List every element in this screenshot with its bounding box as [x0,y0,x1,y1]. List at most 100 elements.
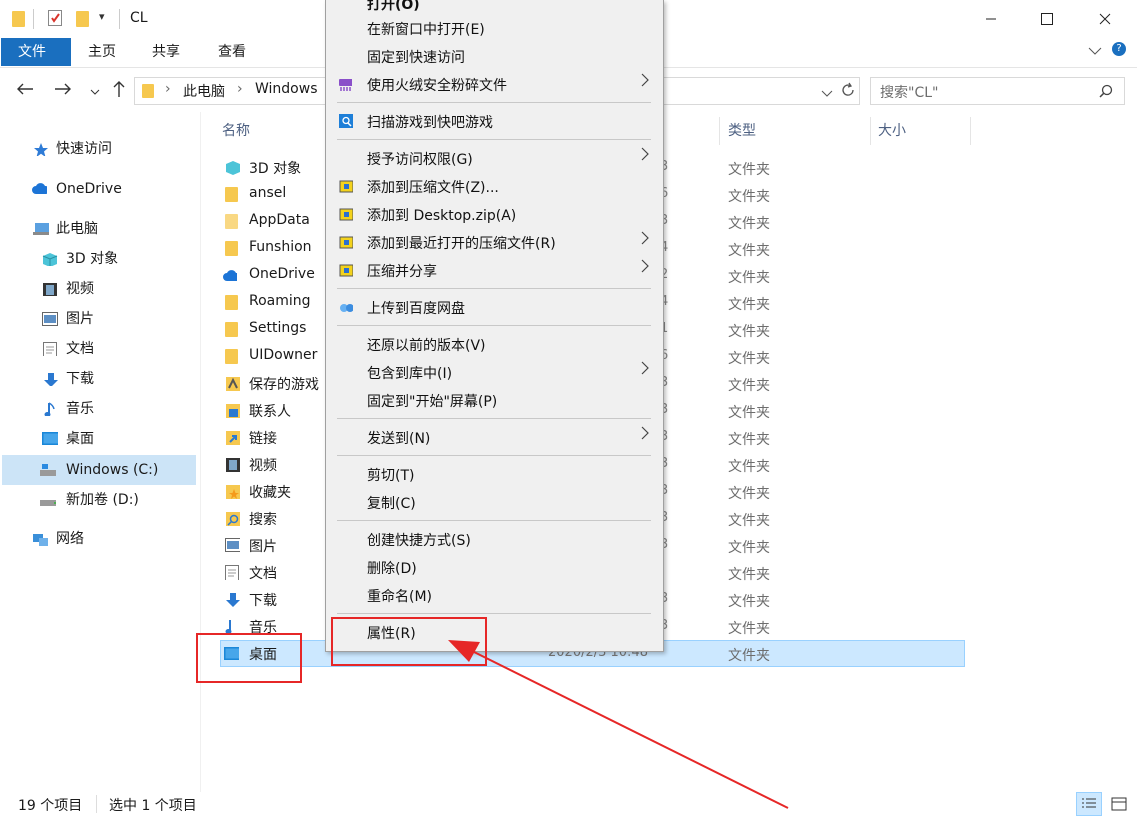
folder-icon [225,322,238,337]
menu-item-label: 打开(O) [367,0,420,13]
details-view-button[interactable] [1076,792,1102,816]
file-name: ansel [249,185,287,201]
favorites-icon [226,485,240,499]
breadcrumb-windows[interactable]: Windows [255,81,318,97]
file-type: 文件夹 [728,351,770,367]
music-icon [225,620,232,634]
sidebar-item-3d-objects[interactable]: 3D 对象 [0,244,196,274]
forward-button[interactable] [52,80,74,102]
file-name: Roaming [249,293,311,309]
submenu-arrow-icon [640,258,650,278]
status-selected-count: 选中 1 个项目 [109,798,197,814]
file-type: 文件夹 [728,162,770,178]
refresh-button[interactable] [840,82,856,102]
folder-icon [225,187,238,202]
menu-separator [337,520,651,521]
menu-item-label: 添加到压缩文件(Z)... [367,180,499,196]
file-name: 搜索 [249,512,277,528]
address-history-button[interactable] [821,86,833,102]
menu-separator [337,288,651,289]
column-header-size[interactable]: 大小 [878,117,906,145]
sidebar-item-this-pc[interactable]: 此电脑 [0,214,196,244]
properties-check-icon[interactable] [48,10,62,26]
column-separator[interactable] [870,117,871,145]
submenu-arrow-icon [640,360,650,380]
file-type: 文件夹 [728,324,770,340]
column-separator[interactable] [719,117,720,145]
film-icon [226,458,240,472]
sidebar-item-onedrive[interactable]: OneDrive [0,174,196,204]
help-icon[interactable]: ? [1112,42,1126,56]
file-type: 文件夹 [728,594,770,610]
breadcrumb-separator: › [237,81,243,97]
sidebar-item-desktop[interactable]: 桌面 [0,424,196,454]
folder-icon [225,214,238,229]
computer-icon [33,223,49,235]
close-button[interactable] [1077,0,1133,38]
recent-locations-button[interactable] [84,80,106,102]
cloud-icon [223,270,237,281]
column-header-name[interactable]: 名称 [222,117,250,145]
sidebar-item-documents[interactable]: 文档 [0,334,196,364]
file-type: 文件夹 [728,567,770,583]
submenu-arrow-icon [640,72,650,92]
sidebar-item-quick-access[interactable]: 快速访问 [0,134,196,164]
menu-item-label: 还原以前的版本(V) [367,338,486,354]
menu-item-label: 删除(D) [367,561,417,577]
breadcrumb-this-pc[interactable]: 此电脑 [183,81,225,101]
sidebar-item-music[interactable]: 音乐 [0,394,196,424]
new-folder-icon[interactable] [76,11,89,27]
submenu-arrow-icon [640,230,650,250]
sidebar-item-windows-c[interactable]: Windows (C:) [0,455,196,485]
column-separator[interactable] [970,117,971,145]
tab-home[interactable]: 主页 [71,38,133,66]
menu-separator [337,455,651,456]
back-button[interactable] [14,80,36,102]
context-menu [325,0,664,652]
menu-item-label: 添加到最近打开的压缩文件(R) [367,236,556,252]
status-item-count: 19 个项目 [18,798,83,814]
cube-icon [42,253,58,266]
large-icons-view-button[interactable] [1106,792,1132,816]
file-name: 文档 [249,566,277,582]
up-button[interactable] [108,80,130,102]
refresh-icon [842,82,854,96]
contacts-icon [226,404,240,418]
file-name: 下载 [249,593,277,609]
file-type: 文件夹 [728,432,770,448]
sidebar-item-pictures[interactable]: 图片 [0,304,196,334]
archive-icon [339,180,353,193]
search-input[interactable]: 搜索"CL" [870,77,1125,105]
file-type: 文件夹 [728,243,770,259]
tab-file[interactable]: 文件 [1,38,71,66]
sidebar-item-label: 此电脑 [56,221,98,237]
menu-item-label: 上传到百度网盘 [367,301,465,317]
sidebar-item-new-volume-d[interactable]: 新加卷 (D:) [0,485,196,515]
sidebar-item-videos[interactable]: 视频 [0,274,196,304]
maximize-button[interactable] [1019,0,1075,38]
minimize-button[interactable] [963,0,1019,38]
file-name: 3D 对象 [249,161,302,177]
breadcrumb-separator: › [165,81,171,97]
sidebar-item-label: 音乐 [66,401,94,417]
game-icon [226,377,240,391]
tab-view[interactable]: 查看 [201,38,263,66]
sidebar-item-label: 网络 [56,531,84,547]
sidebar-item-downloads[interactable]: 下载 [0,364,196,394]
file-type: 文件夹 [728,486,770,502]
file-name: 视频 [249,458,277,474]
sidebar-item-label: 桌面 [66,431,94,447]
maximize-icon [1041,13,1053,25]
folder-icon [142,84,154,98]
file-name: Funshion [249,239,312,255]
sidebar-item-network[interactable]: 网络 [0,524,196,554]
ribbon-expand-button[interactable] [1088,44,1102,60]
menu-separator [337,418,651,419]
folder-icon [225,295,238,310]
column-header-type[interactable]: 类型 [728,117,756,145]
quick-access-toolbar-chevron-icon[interactable]: ▾ [99,10,105,23]
menu-item-label: 压缩并分享 [367,264,437,280]
submenu-arrow-icon [640,146,650,166]
tab-share[interactable]: 共享 [135,38,197,66]
document-icon [225,565,239,580]
